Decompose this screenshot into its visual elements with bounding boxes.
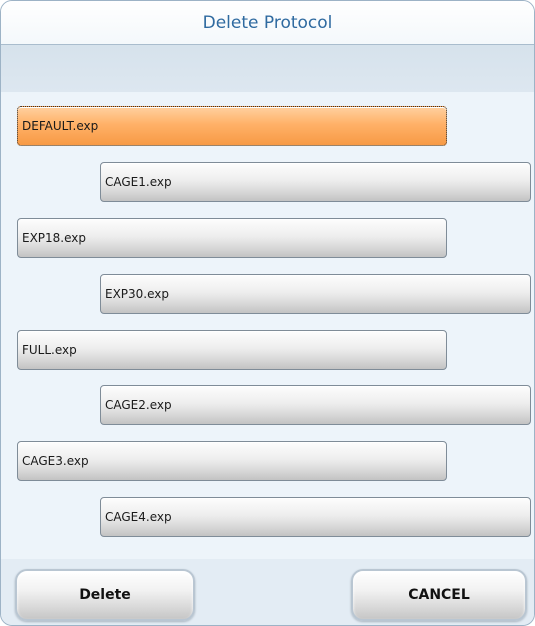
protocol-item-exp30[interactable]: EXP30.exp [100, 274, 531, 314]
protocol-item-full[interactable]: FULL.exp [17, 330, 447, 370]
delete-protocol-dialog: Delete Protocol DEFAULT.exp CAGE1.exp EX… [0, 0, 535, 626]
protocol-list: DEFAULT.exp CAGE1.exp EXP18.exp EXP30.ex… [1, 93, 534, 559]
protocol-item-cage4[interactable]: CAGE4.exp [100, 497, 531, 537]
protocol-item-cage2[interactable]: CAGE2.exp [100, 385, 531, 425]
protocol-item-cage1[interactable]: CAGE1.exp [100, 162, 531, 202]
dialog-header-band [1, 45, 534, 92]
cancel-button[interactable]: CANCEL [351, 569, 527, 621]
protocol-item-exp18[interactable]: EXP18.exp [17, 218, 447, 258]
dialog-titlebar: Delete Protocol [1, 1, 534, 45]
dialog-button-bar: Delete CANCEL [1, 559, 534, 625]
dialog-title: Delete Protocol [202, 12, 333, 33]
delete-button[interactable]: Delete [15, 569, 195, 621]
protocol-item-default[interactable]: DEFAULT.exp [17, 106, 447, 146]
protocol-item-cage3[interactable]: CAGE3.exp [17, 441, 447, 481]
